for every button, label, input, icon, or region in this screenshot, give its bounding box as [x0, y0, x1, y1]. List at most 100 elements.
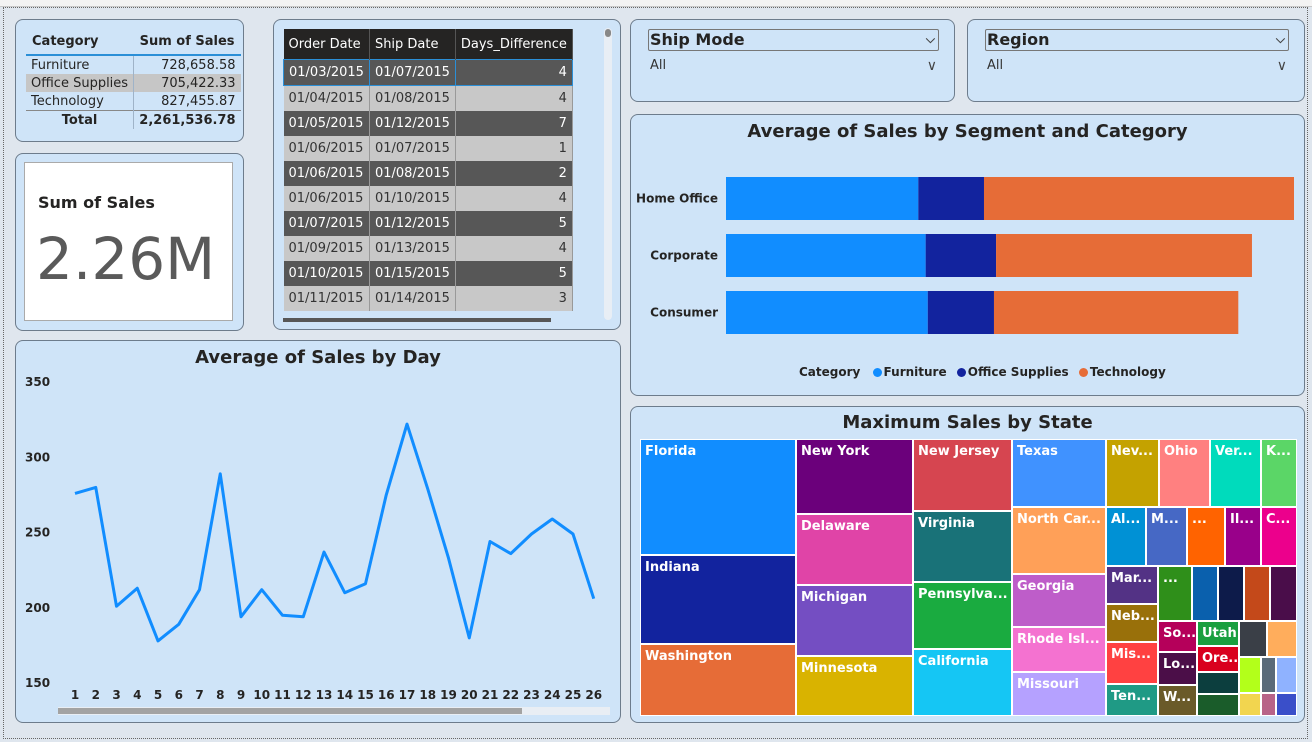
- bar-segment[interactable]: [726, 234, 926, 277]
- treemap-cell[interactable]: Minnesota: [796, 656, 913, 716]
- table-row[interactable]: 01/06/2015 01/10/2015 4: [283, 186, 573, 211]
- category-sales-table-card: Category Sum of Sales Furniture 728,658.…: [15, 19, 244, 142]
- bar-segment[interactable]: [726, 291, 928, 334]
- treemap: Florida Indiana Washington New York Delaware…: [631, 407, 1304, 722]
- scrollbar-thumb[interactable]: [58, 708, 522, 714]
- column-header-sum-of-sales[interactable]: Sum of Sales: [133, 28, 241, 56]
- treemap-cell-unlabeled[interactable]: [1270, 566, 1297, 621]
- treemap-cell[interactable]: Nev...: [1106, 439, 1159, 507]
- chevron-down-icon[interactable]: ⌵: [926, 29, 935, 49]
- treemap-cell-unlabeled[interactable]: [1244, 566, 1270, 621]
- treemap-cell-unlabeled[interactable]: [1218, 566, 1244, 621]
- treemap-cell[interactable]: Missouri: [1012, 672, 1106, 716]
- treemap-cell-unlabeled[interactable]: [1276, 657, 1297, 693]
- legend-item-office-supplies[interactable]: Office Supplies: [968, 365, 1069, 379]
- treemap-cell[interactable]: Indiana: [640, 555, 796, 644]
- treemap-cell[interactable]: W...: [1158, 685, 1197, 716]
- treemap-cell[interactable]: ...: [1158, 566, 1192, 621]
- treemap-cell[interactable]: Mis...: [1106, 642, 1158, 684]
- treemap-cell[interactable]: Lo...: [1158, 652, 1197, 685]
- column-header-order-date[interactable]: Order Date: [283, 29, 370, 60]
- total-label: Total: [26, 110, 134, 129]
- vertical-scrollbar[interactable]: [604, 28, 612, 320]
- table-row[interactable]: Furniture 728,658.58: [26, 55, 241, 74]
- treemap-cell-unlabeled[interactable]: [1192, 566, 1218, 621]
- treemap-cell[interactable]: Rhode Isl...: [1012, 627, 1106, 672]
- column-header-ship-date[interactable]: Ship Date: [369, 29, 456, 60]
- treemap-cell[interactable]: New Jersey: [913, 439, 1012, 511]
- sales-cell: 705,422.33: [133, 74, 241, 92]
- dates-table-card: Order Date Ship Date Days_Difference 01/…: [273, 19, 621, 330]
- ship-mode-slicer-header[interactable]: Ship Mode ⌵: [648, 29, 939, 51]
- treemap-cell-unlabeled[interactable]: [1197, 694, 1239, 716]
- table-row[interactable]: 01/09/2015 01/13/2015 4: [283, 236, 573, 261]
- chevron-down-icon[interactable]: ∨: [1277, 52, 1287, 80]
- chevron-down-icon[interactable]: ∨: [927, 52, 937, 80]
- treemap-cell[interactable]: Texas: [1012, 439, 1106, 507]
- treemap-cell[interactable]: Il...: [1225, 507, 1261, 566]
- treemap-cell-unlabeled[interactable]: [1239, 693, 1261, 716]
- treemap-cell[interactable]: North Car...: [1012, 507, 1106, 574]
- table-row[interactable]: 01/10/2015 01/15/2015 5: [283, 261, 573, 286]
- treemap-cell[interactable]: Al...: [1106, 507, 1146, 566]
- treemap-cell[interactable]: Virginia: [913, 511, 1012, 582]
- days-difference-cell: 4: [455, 186, 573, 211]
- treemap-cell[interactable]: Utah: [1197, 621, 1239, 646]
- bar-segment[interactable]: [983, 177, 1294, 220]
- horizontal-scrollbar[interactable]: [58, 707, 610, 715]
- treemap-cell[interactable]: Washington: [640, 644, 796, 716]
- table-row[interactable]: 01/06/2015 01/08/2015 2: [283, 161, 573, 186]
- treemap-cell[interactable]: Neb...: [1106, 604, 1158, 642]
- bar-segment[interactable]: [996, 234, 1252, 277]
- treemap-cell[interactable]: C...: [1261, 507, 1297, 566]
- treemap-cell[interactable]: New York: [796, 439, 913, 514]
- treemap-cell[interactable]: Georgia: [1012, 574, 1106, 627]
- bar-segment[interactable]: [925, 234, 997, 277]
- column-header-days-difference[interactable]: Days_Difference: [455, 29, 573, 60]
- treemap-cell[interactable]: Delaware: [796, 514, 913, 585]
- treemap-cell[interactable]: California: [913, 649, 1012, 716]
- order-date-cell: 01/05/2015: [283, 111, 370, 136]
- table-row[interactable]: Office Supplies 705,422.33: [26, 74, 241, 92]
- treemap-cell[interactable]: ...: [1187, 507, 1225, 566]
- treemap-cell[interactable]: Ore...: [1197, 646, 1239, 672]
- bar-segment[interactable]: [726, 177, 919, 220]
- x-tick-label: 16: [378, 688, 395, 702]
- bar-segment[interactable]: [927, 291, 994, 334]
- treemap-cell-unlabeled[interactable]: [1261, 657, 1276, 693]
- column-header-category[interactable]: Category: [26, 28, 134, 56]
- table-row[interactable]: 01/06/2015 01/07/2015 1: [283, 136, 573, 161]
- table-row[interactable]: 01/11/2015 01/14/2015 3: [283, 286, 573, 311]
- bar-segment[interactable]: [918, 177, 984, 220]
- treemap-cell[interactable]: Michigan: [796, 585, 913, 656]
- treemap-cell[interactable]: M...: [1146, 507, 1187, 566]
- table-row[interactable]: 01/04/2015 01/08/2015 4: [283, 85, 573, 111]
- region-slicer-header[interactable]: Region ⌵: [985, 29, 1289, 51]
- treemap-cell-unlabeled[interactable]: [1239, 657, 1261, 693]
- treemap-cell-unlabeled[interactable]: [1276, 693, 1297, 716]
- treemap-cell[interactable]: K...: [1261, 439, 1297, 507]
- legend-item-technology[interactable]: Technology: [1090, 365, 1166, 379]
- treemap-cell[interactable]: Florida: [640, 439, 796, 555]
- scrollbar-thumb[interactable]: [605, 29, 611, 37]
- treemap-cell[interactable]: So...: [1158, 621, 1197, 652]
- ship-mode-dropdown[interactable]: All ∨: [648, 52, 939, 80]
- treemap-cell-unlabeled[interactable]: [1261, 693, 1276, 716]
- series-line[interactable]: [74, 422, 596, 643]
- table-row[interactable]: Technology 827,455.87: [26, 92, 241, 111]
- chevron-down-icon[interactable]: ⌵: [1276, 29, 1285, 49]
- treemap-cell[interactable]: Mar...: [1106, 566, 1158, 604]
- table-row[interactable]: 01/05/2015 01/12/2015 7: [283, 111, 573, 136]
- table-row[interactable]: 01/07/2015 01/12/2015 5: [283, 211, 573, 236]
- table-row[interactable]: 01/03/2015 01/07/2015 4: [283, 59, 573, 86]
- treemap-cell[interactable]: Ohio: [1159, 439, 1210, 507]
- treemap-cell-unlabeled[interactable]: [1267, 621, 1297, 657]
- region-dropdown[interactable]: All ∨: [985, 52, 1289, 80]
- bar-segment[interactable]: [993, 291, 1239, 334]
- treemap-cell[interactable]: Ver...: [1210, 439, 1261, 507]
- treemap-cell[interactable]: Pennsylva...: [913, 582, 1012, 649]
- legend-item-furniture[interactable]: Furniture: [884, 365, 947, 379]
- treemap-cell[interactable]: Ten...: [1106, 684, 1158, 716]
- treemap-cell-unlabeled[interactable]: [1239, 621, 1267, 657]
- treemap-cell-unlabeled[interactable]: [1197, 672, 1239, 694]
